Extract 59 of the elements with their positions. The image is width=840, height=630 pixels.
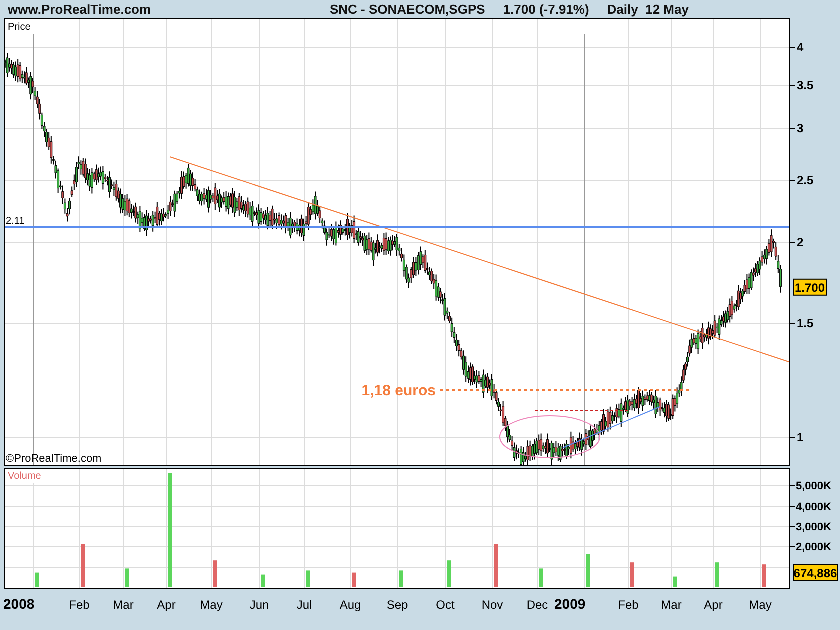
- axis-tick-label: 3,000K: [790, 522, 832, 534]
- axis-tick-label: 3.5: [790, 78, 814, 92]
- y-tick-label: 4,000K: [796, 502, 832, 514]
- quote-text: 1.700 (-7.91%): [503, 2, 590, 16]
- volume-bar: [35, 572, 39, 587]
- axis-tick-label: 1.5: [790, 316, 814, 330]
- axis-tick-label: Aug: [340, 598, 362, 612]
- axis-tick-label: 4,000K: [790, 502, 832, 514]
- axis-tick-label: 3: [790, 122, 804, 136]
- chart-title: SNC - SONAECOM,SGPS: [330, 2, 486, 16]
- period-text: Daily 12 May: [607, 2, 689, 16]
- site-name: www.ProRealTime.com: [8, 2, 152, 16]
- panel-label: Volume: [8, 471, 42, 482]
- axis-tick-label: Dec: [526, 598, 548, 612]
- axis-tick-label: 2: [790, 236, 804, 250]
- y-tick-label: 2,000K: [796, 542, 832, 554]
- volume-bar: [213, 560, 217, 587]
- price-tag: 1.700: [793, 278, 827, 296]
- axis-tick-label: May: [200, 598, 223, 612]
- axis-tick-label: 5,000K: [790, 480, 832, 492]
- volume-bar: [539, 568, 543, 587]
- y-tick-label: 3,000K: [796, 522, 832, 534]
- axis-tick-label: 1: [790, 430, 804, 444]
- volume-bar: [447, 560, 451, 587]
- axis-tick-label: Apr: [157, 598, 176, 612]
- volume-bar: [494, 544, 498, 587]
- axis-tick-label: 2008: [4, 596, 35, 612]
- axis-tick-label: Nov: [482, 598, 504, 612]
- axis-tick-label: May: [749, 598, 772, 612]
- volume-bar: [399, 570, 403, 587]
- volume-bar: [261, 574, 265, 587]
- axis-tick-label: Oct: [436, 598, 455, 612]
- volume-bar: [81, 544, 85, 587]
- volume-tag: 674,886: [793, 564, 838, 582]
- volume-bar: [715, 562, 719, 587]
- panel-label: Price: [8, 22, 31, 33]
- annotation-label: 1,18 euros: [362, 382, 436, 400]
- axis-tick-label: Apr: [704, 598, 723, 612]
- axis-tick-label: 2.5: [790, 174, 814, 188]
- volume-bar: [762, 564, 766, 587]
- axis-tick-label: Mar: [661, 598, 682, 612]
- line-label: 2.11: [6, 216, 25, 228]
- volume-bar: [352, 572, 356, 587]
- volume-bar: [306, 570, 310, 587]
- y-tick-label: 5,000K: [796, 480, 832, 492]
- axis-tick-label: 4: [790, 40, 804, 54]
- copyright-text: ©ProRealTime.com: [6, 453, 102, 465]
- axis-tick-label: Feb: [69, 598, 90, 612]
- volume-bar: [673, 576, 677, 587]
- axis-tick-label: Jun: [250, 598, 270, 612]
- axis-tick-label: 2,000K: [790, 542, 832, 554]
- volume-bar: [125, 568, 129, 587]
- volume-bar: [630, 562, 634, 587]
- axis-tick-label: Feb: [618, 598, 639, 612]
- axis-tick-label: Sep: [386, 598, 408, 612]
- axis-tick-label: 2009: [554, 596, 586, 612]
- axis-tick-label: Mar: [113, 598, 134, 612]
- volume-bar: [586, 554, 590, 587]
- axis-tick-label: Jul: [296, 598, 312, 612]
